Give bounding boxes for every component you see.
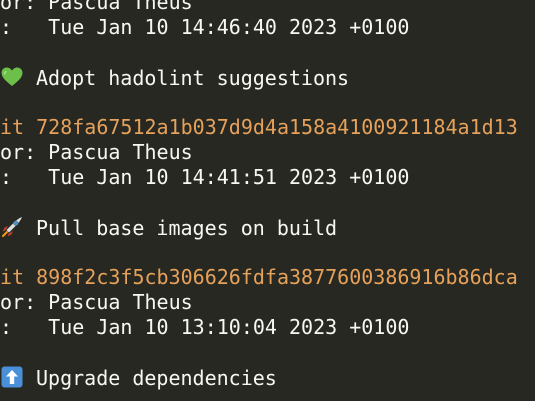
commit-subject-line: Upgrade dependencies [0,365,277,390]
commit-subject: Upgrade dependencies [36,366,277,390]
date-line: : Tue Jan 10 14:46:40 2023 +0100 [0,15,410,39]
date-line: : Tue Jan 10 13:10:04 2023 +0100 [0,315,410,339]
terminal-window: or: Pascua Theus : Tue Jan 10 14:46:40 2… [0,0,535,401]
commit-subject: Adopt hadolint suggestions [36,66,350,90]
author-line: or: Pascua Theus [0,290,193,314]
commit-hash-line[interactable]: it 728fa67512a1b037d9d4a158a4100921184a1… [0,115,518,140]
date-line: : Tue Jan 10 14:41:51 2023 +0100 [0,165,410,189]
commit-subject-line: Adopt hadolint suggestions [0,65,349,90]
rocket-icon [0,215,24,239]
commit-hash-line[interactable]: it 898f2c3f5cb306626fdfa3877600386916b86… [0,265,518,290]
green-heart-icon [0,65,24,89]
commit-subject-line: Pull base images on build [0,215,337,240]
author-line: or: Pascua Theus [0,0,193,14]
author-line: or: Pascua Theus [0,140,193,164]
up-arrow-icon [0,365,24,389]
commit-subject: Pull base images on build [36,216,338,240]
